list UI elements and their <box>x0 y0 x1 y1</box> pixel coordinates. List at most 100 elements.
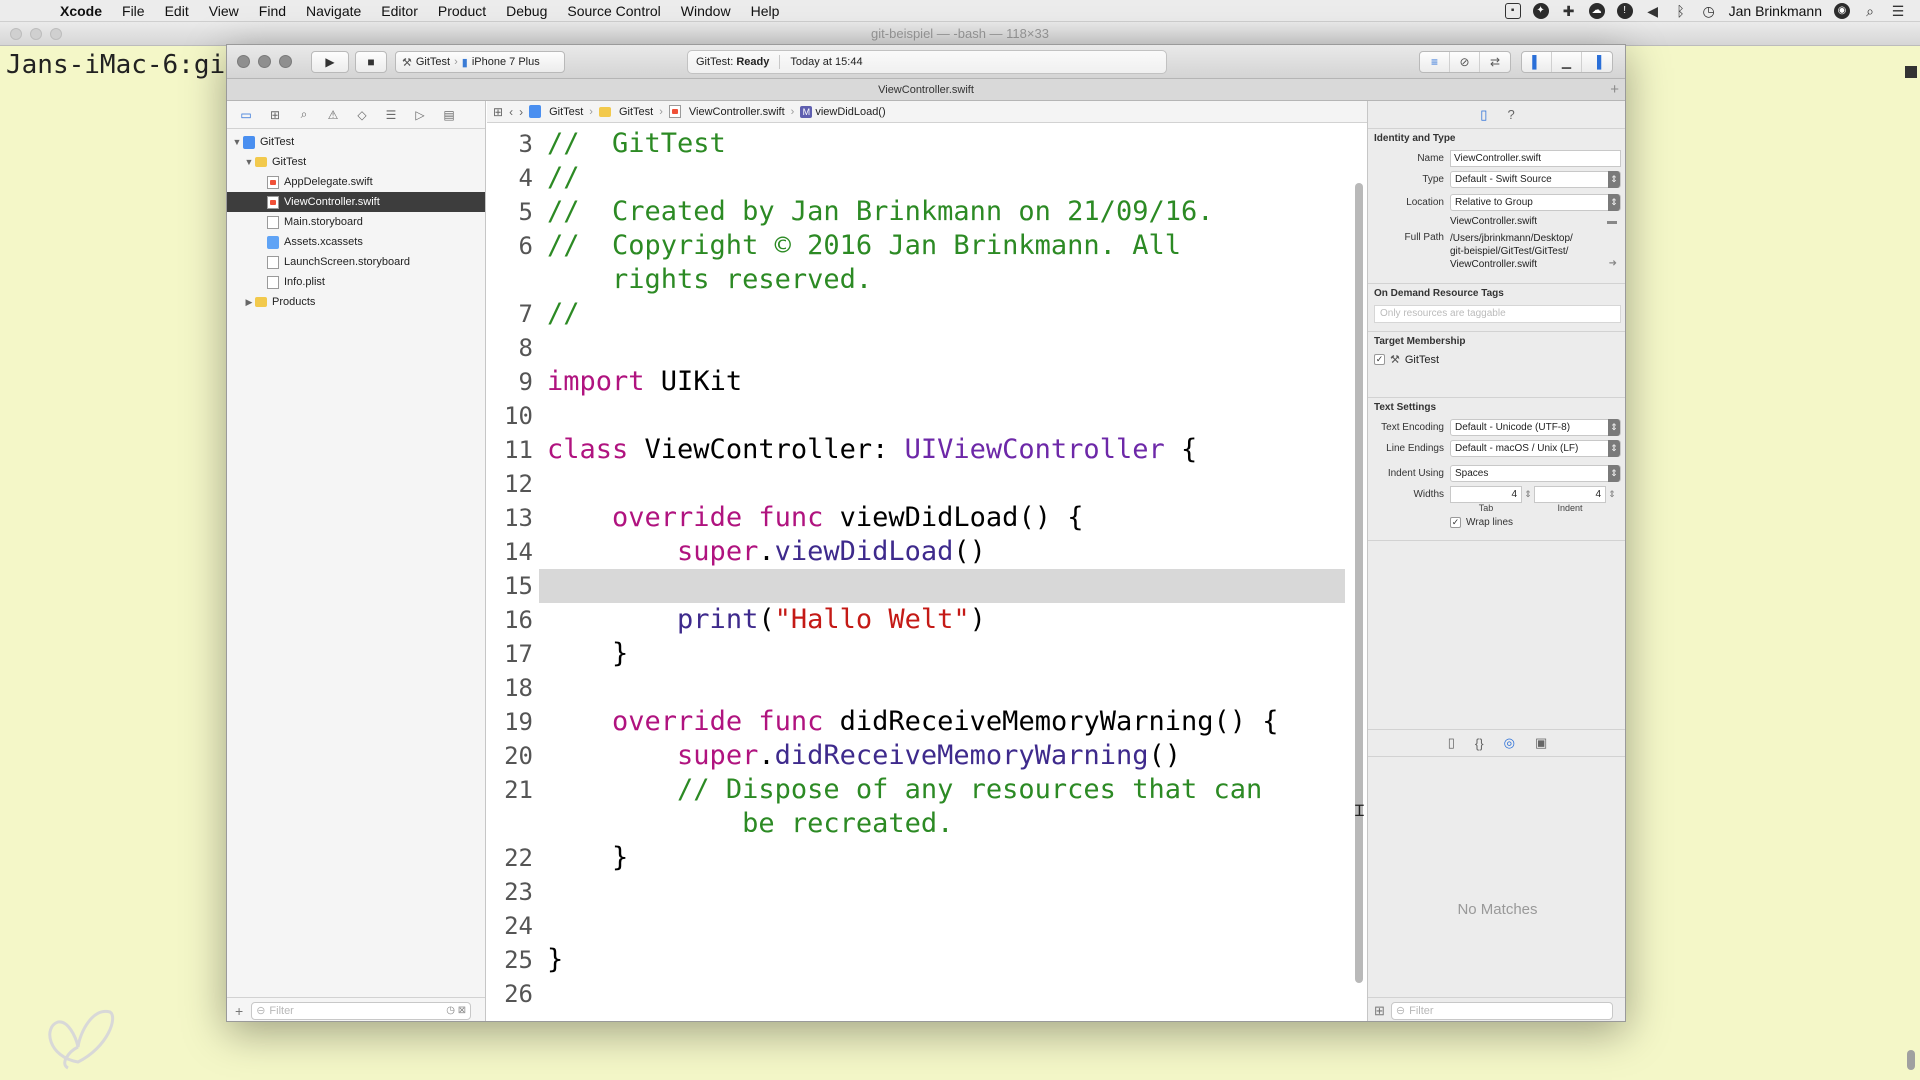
code-line[interactable]: 10 <box>487 399 1355 433</box>
code-line[interactable]: 11 class ViewController: UIViewController… <box>487 433 1355 467</box>
quick-help-icon[interactable]: ? <box>1507 107 1514 122</box>
related-items-icon[interactable]: ⊞ <box>493 105 503 119</box>
menu-edit[interactable]: Edit <box>155 3 199 19</box>
zoom-icon[interactable] <box>50 28 62 40</box>
code-line[interactable]: 4 // <box>487 161 1355 195</box>
tree-item[interactable]: Assets.xcassets <box>227 232 485 252</box>
issue-navigator-icon[interactable]: ⚠ <box>324 108 342 122</box>
code-line[interactable]: 26 <box>487 977 1355 1011</box>
breadcrumb-file[interactable]: ViewController.swift <box>668 105 785 118</box>
code-line[interactable]: 12 <box>487 467 1355 501</box>
scheme-selector[interactable]: ⚒ GitTest › ▮ iPhone 7 Plus <box>395 51 565 73</box>
tab-viewcontroller[interactable]: ViewController.swift <box>878 84 974 96</box>
run-button[interactable]: ▶ <box>311 51 349 73</box>
editor-scrollbar[interactable] <box>1355 183 1363 983</box>
spotlight-icon[interactable]: ⌕ <box>1862 3 1878 19</box>
close-icon[interactable] <box>10 28 22 40</box>
code-line[interactable]: 15 <box>487 569 1355 603</box>
toggle-debug-area-icon[interactable]: ▁ <box>1552 52 1582 72</box>
library-filter-field[interactable]: ⊖ Filter <box>1390 1001 1613 1020</box>
name-field[interactable]: ViewController.swift <box>1450 150 1621 167</box>
code-line[interactable]: 23 <box>487 875 1355 909</box>
test-navigator-icon[interactable]: ◇ <box>353 108 371 122</box>
time-machine-icon[interactable]: ◷ <box>1701 3 1717 19</box>
breakpoint-navigator-icon[interactable]: ▷ <box>411 108 429 122</box>
menu-file[interactable]: File <box>112 3 155 19</box>
code-line[interactable]: 17 } <box>487 637 1355 671</box>
code-line[interactable]: 24 <box>487 909 1355 943</box>
tree-item[interactable]: ▼ GitTest <box>227 152 485 172</box>
menu-app[interactable]: Xcode <box>50 3 112 19</box>
volume-icon[interactable]: ◀ <box>1645 3 1661 19</box>
menu-view[interactable]: View <box>199 3 249 19</box>
disclosure-triangle-icon[interactable]: ▼ <box>243 157 255 167</box>
minimize-icon[interactable] <box>258 55 271 68</box>
tree-item[interactable]: Main.storyboard <box>227 212 485 232</box>
indent-width-field[interactable]: 4 <box>1534 486 1606 503</box>
terminal-scrollbar[interactable] <box>1904 46 1918 1076</box>
back-arrow-icon[interactable]: ‹ <box>509 105 513 119</box>
dropbox-icon[interactable]: ✦ <box>1532 2 1549 19</box>
code-line[interactable]: 25} <box>487 943 1355 977</box>
tree-item[interactable]: Info.plist <box>227 272 485 292</box>
siri-icon[interactable]: ◉ <box>1834 2 1850 19</box>
object-library-icon[interactable]: ◎ <box>1504 735 1515 751</box>
menu-source-control[interactable]: Source Control <box>557 3 670 19</box>
menu-window[interactable]: Window <box>671 3 741 19</box>
type-select[interactable]: Default - Swift Source <box>1450 171 1621 188</box>
folder-icon[interactable]: ▬ <box>1607 216 1621 227</box>
code-line[interactable]: 5 // Created by Jan Brinkmann on 21/09/16… <box>487 195 1355 229</box>
code-line[interactable]: 13 override func viewDidLoad() { <box>487 501 1355 535</box>
reveal-arrow-icon[interactable]: ➜ <box>1609 258 1621 269</box>
breadcrumb-group[interactable]: GitTest <box>598 106 653 118</box>
breadcrumb-project[interactable]: GitTest <box>529 105 583 118</box>
close-icon[interactable] <box>237 55 250 68</box>
code-line[interactable]: 22 } <box>487 841 1355 875</box>
tree-item[interactable]: ViewController.swift <box>227 192 485 212</box>
file-inspector-icon[interactable]: ▯ <box>1480 107 1487 123</box>
code-line[interactable]: 19 override func didReceiveMemoryWarning… <box>487 705 1355 739</box>
debug-navigator-icon[interactable]: ☰ <box>382 108 400 122</box>
grid-view-icon[interactable]: ⊞ <box>1374 1003 1385 1019</box>
encoding-select[interactable]: Default - Unicode (UTF-8) <box>1450 419 1621 436</box>
cloud-icon[interactable]: ☁ <box>1588 2 1605 19</box>
folder-navigator-icon[interactable]: ▭ <box>237 108 255 122</box>
menu-navigate[interactable]: Navigate <box>296 3 371 19</box>
info-icon[interactable]: ! <box>1616 2 1633 19</box>
wrap-lines-checkbox[interactable]: ✓ <box>1450 517 1461 528</box>
navigator-filter-field[interactable]: ⊖ Filter ◷ ⊠ <box>251 1001 472 1020</box>
add-file-icon[interactable]: + <box>235 1003 243 1019</box>
location-select[interactable]: Relative to Group <box>1450 194 1621 211</box>
recent-files-icon[interactable]: ◷ ⊠ <box>446 1005 470 1016</box>
menu-product[interactable]: Product <box>428 3 496 19</box>
menu-help[interactable]: Help <box>741 3 790 19</box>
screen-record-icon[interactable]: ▪ <box>1504 2 1521 19</box>
indent-using-select[interactable]: Spaces <box>1450 465 1621 482</box>
tree-item[interactable]: ▼ GitTest <box>227 132 485 152</box>
find-navigator-icon[interactable]: ⌕ <box>295 107 313 122</box>
source-control-navigator-icon[interactable]: ⊞ <box>266 108 284 122</box>
code-line[interactable]: 7 // <box>487 297 1355 331</box>
tree-item[interactable]: AppDelegate.swift <box>227 172 485 192</box>
code-line[interactable]: 21 // Dispose of any resources that can <box>487 773 1355 807</box>
plus-cross-icon[interactable]: ✚ <box>1561 3 1577 19</box>
tab-stepper-icon[interactable]: ⇕ <box>1522 489 1534 500</box>
code-area[interactable]: Ɪ 3 // GitTest 4 // 5 // Created by Jan Brink… <box>487 123 1367 1021</box>
endings-select[interactable]: Default - macOS / Unix (LF) <box>1450 440 1621 457</box>
add-tab-icon[interactable]: + <box>1610 79 1619 101</box>
media-library-icon[interactable]: ▣ <box>1535 735 1547 751</box>
breadcrumb-method[interactable]: MviewDidLoad() <box>800 105 886 118</box>
bluetooth-icon[interactable]: ᛒ <box>1673 3 1689 19</box>
standard-editor-icon[interactable]: ≡ <box>1420 52 1450 72</box>
stop-button[interactable]: ■ <box>355 51 387 73</box>
notification-center-icon[interactable]: ☰ <box>1890 3 1906 19</box>
terminal-prompt[interactable]: Jans-iMac-6:gi <box>6 50 225 80</box>
code-line[interactable]: 8 <box>487 331 1355 365</box>
user-name[interactable]: Jan Brinkmann <box>1729 3 1822 19</box>
code-line[interactable]: 6 // Copyright © 2016 Jan Brinkmann. All <box>487 229 1355 263</box>
code-line[interactable]: 14 super.viewDidLoad() <box>487 535 1355 569</box>
target-checkbox[interactable]: ✓ <box>1374 354 1385 365</box>
disclosure-triangle-icon[interactable]: ▼ <box>231 137 243 147</box>
code-line[interactable]: 16 print("Hallo Welt") <box>487 603 1355 637</box>
scroll-thumb[interactable] <box>1907 1050 1915 1070</box>
